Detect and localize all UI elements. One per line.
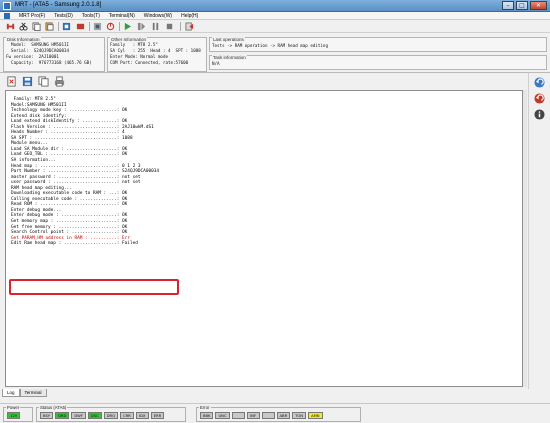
copy-icon[interactable] [32,22,41,31]
window-title: MRT - [ATA5 - Samsung 2.0.1.8] [15,2,102,8]
power-label: Power [6,405,21,410]
error-highlight-box [9,279,179,295]
play-icon[interactable] [123,22,132,31]
log-toolbar [0,73,527,89]
other-com-port: COM Port: Connected, rate:57600 [110,60,189,65]
settings-tool-icon[interactable] [93,22,102,31]
log-line: Part Number : ..........................… [11,169,160,175]
save-icon[interactable] [22,76,33,87]
ata-icon[interactable] [62,22,71,31]
status-ata-label: Status (ATA5) [39,405,68,410]
new-document-icon[interactable] [6,76,17,87]
led-inf: INF [246,412,260,419]
led-err: ERR [150,412,165,419]
log-line: Edit Ram head map : ....................… [11,241,138,247]
power-icon[interactable] [106,22,115,31]
connect-tool-icon[interactable] [6,22,15,31]
bottom-tabs: Log Terminal [2,389,47,398]
task-information-title: Task information [212,55,247,60]
menu-windows[interactable]: Windows(W) [144,13,172,19]
tab-terminal[interactable]: Terminal [19,389,47,397]
last-operations-text: Tests -> RAM operation -> RAM head map e… [212,43,328,48]
stop-icon[interactable] [165,22,174,31]
log-output[interactable]: Family: MT8 2.5" Model:SAMSUNG HM501II Tec… [5,90,523,387]
exit-icon[interactable] [185,22,194,31]
led-ton: TON [292,412,307,419]
error-group: Error BBK UNC INF ABR TON AMN [196,405,361,422]
app-menu-icon[interactable] [4,12,10,19]
info-icon[interactable] [534,109,545,120]
led-12v: 12V [7,412,21,419]
led-bsy: BSY [40,412,54,419]
power-group: Power 12V [3,405,33,422]
pause-icon[interactable] [151,22,160,31]
led-drd: DRD [55,412,70,419]
menu-help[interactable]: Help(H) [181,13,198,19]
step-icon[interactable] [137,22,146,31]
led-bbk: BBK [200,412,214,419]
led-idx: IDX [135,412,149,419]
status-bar: Power 12V Status (ATA5) BSY DRD DWF DSC … [0,403,550,423]
last-operations-box: Last operations Tests -> RAM operation -… [209,37,547,52]
log-line: user password : ........................… [11,180,141,186]
led-dsc: DSC [87,412,102,419]
menu-tests[interactable]: Tests(D) [54,13,73,19]
scissors-icon[interactable] [19,22,28,31]
led-blank-2 [261,412,275,419]
app-icon [3,2,11,10]
paste-icon[interactable] [45,22,54,31]
close-button[interactable]: ✕ [530,1,547,10]
window-controls: – □ ✕ [502,1,547,10]
led-dwf: DWF [71,412,86,419]
title-bar: MRT - [ATA5 - Samsung 2.0.1.8] – □ ✕ [0,0,550,12]
log-text: Family: MT8 2.5" Model:SAMSUNG HM501II Tec… [11,97,159,247]
disk-information-box: Disk Information Model: SAMSUNG HM501II … [3,37,105,72]
last-operations-title: Last operations [212,37,245,42]
led-blank-1 [231,412,245,419]
tab-log[interactable]: Log [2,389,20,397]
right-toolbar [528,73,550,389]
info-panel: Disk Information Model: SAMSUNG HM501II … [0,33,550,73]
print-icon[interactable] [54,76,65,87]
log-scrollbar[interactable] [523,90,527,387]
menu-mrt-pro[interactable]: MRT Pro(F) [19,13,45,19]
led-abr: ABR [276,412,291,419]
task-information-text: N/A [212,61,220,66]
undo-red-icon[interactable] [534,93,545,104]
maximize-button[interactable]: □ [516,1,528,10]
task-information-box: Task information N/A [209,55,547,70]
disk-capacity: Capacity: 976773168 (465.76 GB) [6,60,92,65]
other-information-box: Other Information Family : MT8 2.5" SA C… [107,37,207,72]
disk-information-title: Disk Information [6,37,41,42]
other-information-title: Other Information [110,37,148,42]
error-label: Error [199,405,211,410]
led-crr: CRR [120,412,134,419]
led-unc: UNC [215,412,230,419]
led-drq: DRQ [103,412,118,419]
minimize-button[interactable]: – [502,1,514,10]
main-toolbar [0,20,550,33]
undo-blue-icon[interactable] [534,77,545,88]
copy-log-icon[interactable] [38,76,49,87]
menu-bar: MRT Pro(F) Tests(D) Tools(T) Terminal(N)… [0,12,550,20]
stop-tool-icon[interactable] [76,22,85,31]
menu-terminal[interactable]: Terminal(N) [109,13,135,19]
menu-tools[interactable]: Tools(T) [82,13,100,19]
led-amn: AMN [308,412,323,419]
status-ata-group: Status (ATA5) BSY DRD DWF DSC DRQ CRR ID… [36,405,186,422]
